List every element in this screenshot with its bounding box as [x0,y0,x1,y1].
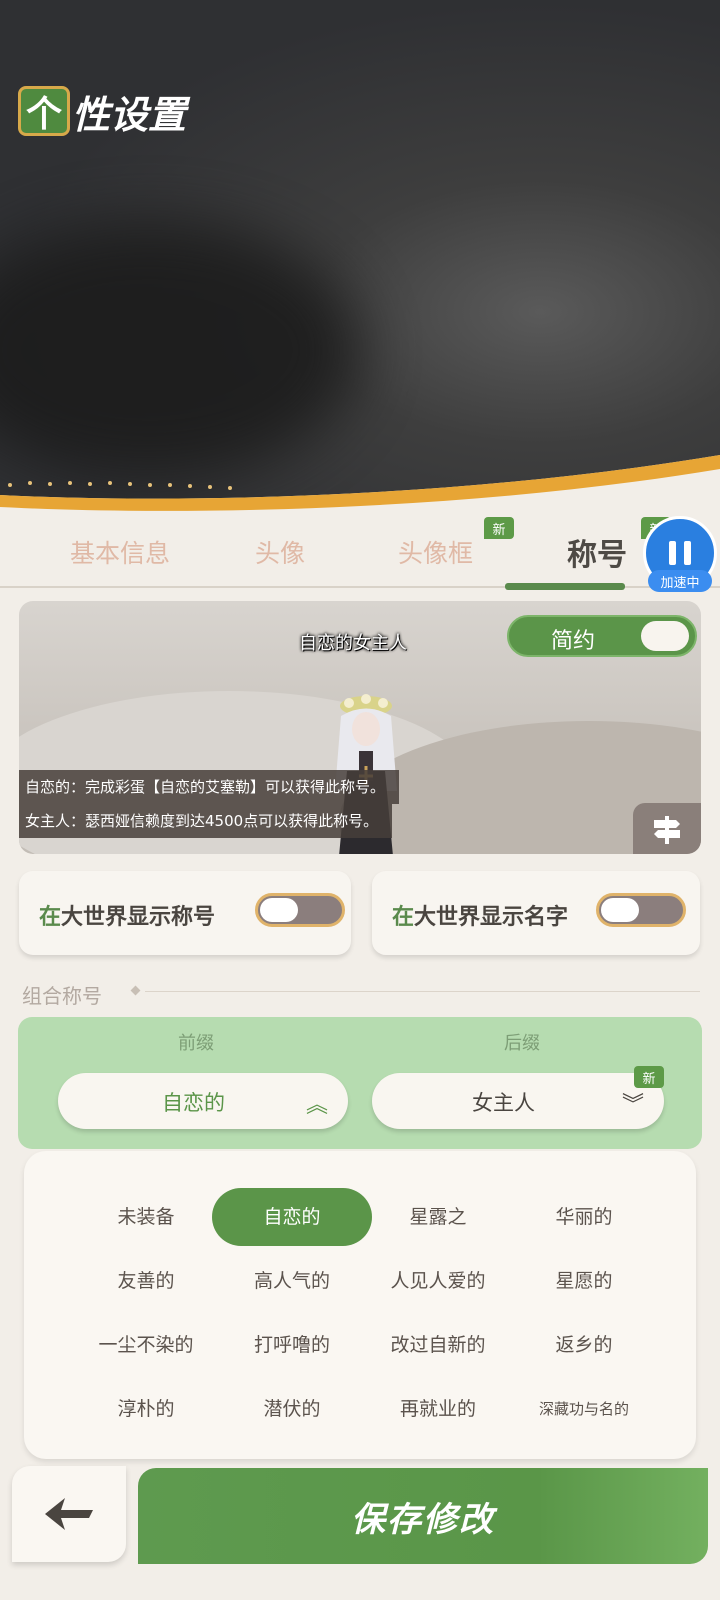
speed-status-label: 加速中 [648,570,712,592]
tab-bar: 基本信息 头像 头像框 新 称号 新 [0,517,720,590]
chevron-up-icon: ︽ [305,1093,328,1118]
pause-icon [669,541,676,565]
combo-title-panel: 前缀 后缀 自恋的 ︽ 女主人 ︾ [18,1017,702,1149]
prefix-description: 自恋的：完成彩蛋【自恋的艾塞勒】可以获得此称号。 [19,770,400,804]
tab-avatar-frame[interactable]: 头像框 [398,534,473,570]
preview-title-text: 自恋的女主人 [299,633,407,654]
active-tab-indicator [505,583,625,590]
prefix-option-selected[interactable]: 自恋的 [212,1188,372,1246]
back-arrow-icon [45,1498,93,1530]
prefix-option[interactable]: 一尘不染的 [66,1316,226,1374]
suffix-value: 女主人 [472,1091,535,1115]
signpost-icon [654,816,680,844]
suffix-header: 后缀 [504,1033,540,1054]
show-title-label: 大世界显示称号 [61,905,216,930]
show-title-option: 在大世界显示称号 [19,871,351,955]
tab-basic-info[interactable]: 基本信息 [70,534,170,570]
prefix-option[interactable]: 华丽的 [504,1188,664,1246]
suffix-picker[interactable]: 女主人 ︾ [372,1073,664,1129]
section-divider [145,991,700,992]
show-name-label: 大世界显示名字 [414,905,569,930]
save-button-label: 保存修改 [351,1499,495,1540]
section-label: 组合称号 [22,984,102,1008]
prefix-options-list: 未装备 自恋的 星露之 华丽的 友善的 高人气的 人见人爱的 星愿的 一尘不染的… [24,1151,696,1459]
show-title-switch[interactable] [255,893,345,927]
prefix-option[interactable]: 人见人爱的 [358,1252,518,1310]
background-scene: 个 性设置 [0,0,720,520]
prefix-option[interactable]: 友善的 [66,1252,226,1310]
prefix-option[interactable]: 星愿的 [504,1252,664,1310]
prefix-option[interactable]: 返乡的 [504,1316,664,1374]
prefix-option[interactable]: 潜伏的 [212,1380,372,1438]
prefix-picker[interactable]: 自恋的 ︽ [58,1073,348,1129]
toggle-knob [641,621,689,651]
prefix-option[interactable]: 未装备 [66,1188,226,1246]
chevron-down-icon: ︾ [621,1093,644,1118]
prefix-option[interactable]: 深藏功与名的 [504,1380,664,1438]
show-name-switch[interactable] [596,893,686,927]
title-preview: 自恋的女主人 简约 自恋的：完成彩蛋【自恋的艾塞勒】可以获得此称号。 女主人：瑟… [19,601,701,854]
simple-style-toggle[interactable]: 简约 [507,615,697,657]
back-button[interactable] [12,1466,126,1562]
prefix-option[interactable]: 改过自新的 [358,1316,518,1374]
prefix-header: 前缀 [178,1033,214,1054]
prefix-option[interactable]: 星露之 [358,1188,518,1246]
show-name-option: 在大世界显示名字 [372,871,700,955]
signpost-button[interactable] [633,803,701,854]
title-badge: 个 [18,86,70,136]
toggle-label: 简约 [551,629,596,654]
new-badge: 新 [484,517,514,539]
title-text: 性设置 [72,91,187,137]
suffix-description: 女主人：瑟西娅信赖度到达4500点可以获得此称号。 [19,804,393,838]
page-title: 个 性设置 [18,86,187,137]
prefix-option[interactable]: 打呼噜的 [212,1316,372,1374]
tab-avatar[interactable]: 头像 [255,534,305,570]
prefix-option[interactable]: 再就业的 [358,1380,518,1438]
new-badge: 新 [634,1066,664,1088]
tab-title[interactable]: 称号 [567,530,627,574]
save-button[interactable]: 保存修改 [138,1468,708,1564]
prefix-option[interactable]: 淳朴的 [66,1380,226,1438]
prefix-value: 自恋的 [162,1091,225,1115]
prefix-option[interactable]: 高人气的 [212,1252,372,1310]
